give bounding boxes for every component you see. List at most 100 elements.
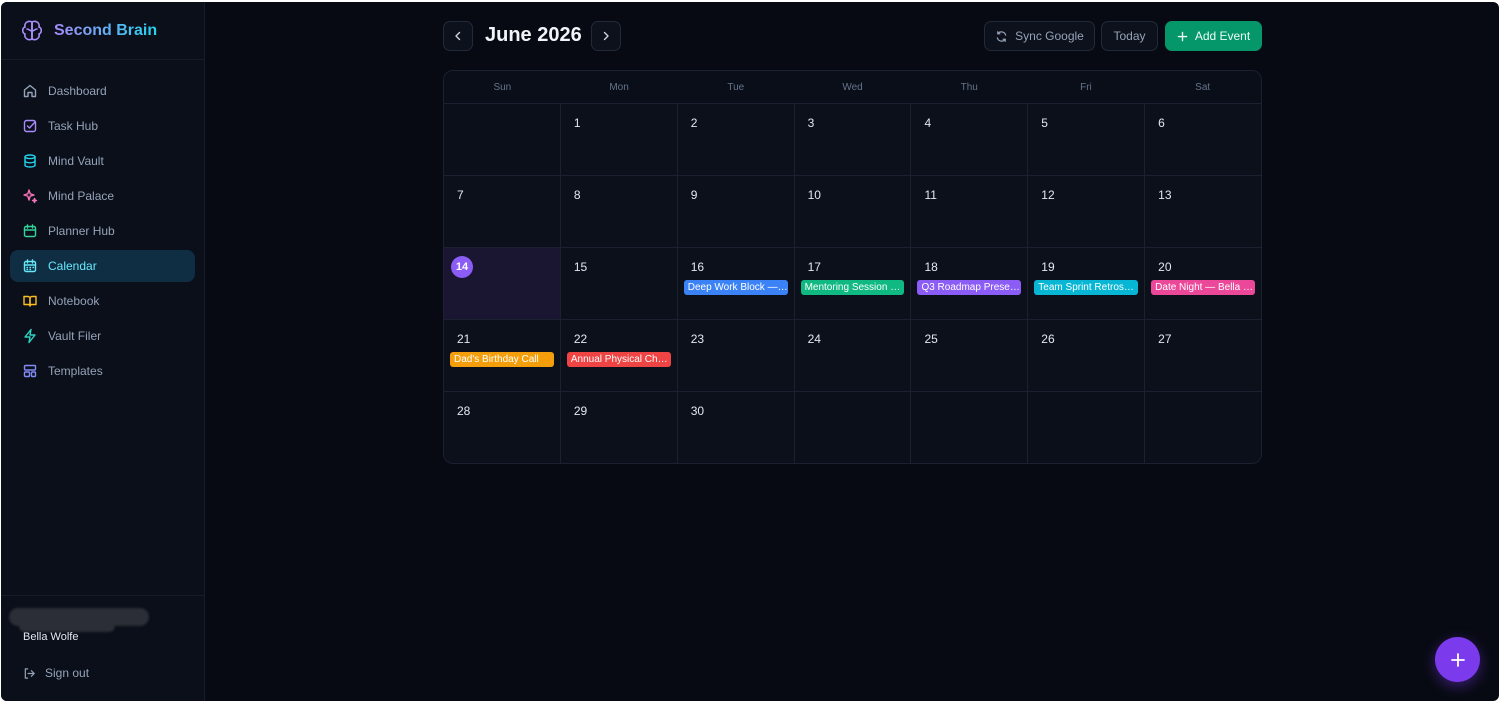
event-chip[interactable]: Team Sprint Retrospective: [1034, 280, 1139, 295]
day-cell-20[interactable]: 20 Date Night — Bella & Partner: [1145, 248, 1261, 319]
day-cell-25[interactable]: 25: [911, 320, 1029, 391]
logout-icon: [23, 667, 36, 680]
event-chip[interactable]: Annual Physical Checkup: [566, 352, 671, 367]
main-content: June 2026 Sync Google Today Add Event Su…: [205, 2, 1499, 701]
calendar-week: 14 15 16 Deep Work Block — Architecture 17 Me…: [444, 248, 1261, 320]
sync-google-label: Sync Google: [1015, 29, 1084, 43]
day-cell-11[interactable]: 11: [911, 176, 1029, 247]
sidebar-item-dashboard[interactable]: Dashboard: [10, 75, 195, 107]
day-number: 2: [690, 116, 698, 130]
day-cell-15[interactable]: 15: [560, 248, 678, 319]
day-number: 10: [807, 188, 821, 202]
sidebar-item-mind-palace[interactable]: Mind Palace: [10, 180, 195, 212]
quick-add-fab[interactable]: [1435, 637, 1480, 682]
weekday-fri: Fri: [1080, 81, 1092, 93]
day-cell-9[interactable]: 9: [677, 176, 795, 247]
day-number: 25: [924, 332, 938, 346]
day-cell-28[interactable]: 28: [444, 392, 561, 463]
day-cell-1[interactable]: 1: [560, 104, 678, 175]
day-cell-16[interactable]: 16 Deep Work Block — Architecture: [677, 248, 795, 319]
day-cell-30[interactable]: 30: [677, 392, 795, 463]
day-cell-29[interactable]: 29: [560, 392, 678, 463]
calendar-week: 7 8 9 10 11 12 13: [444, 176, 1261, 248]
day-cell-4[interactable]: 4: [911, 104, 1029, 175]
sidebar: Second Brain Dashboard Task Hub Mind Vault…: [1, 2, 205, 701]
weekday-thu: Thu: [960, 81, 978, 93]
day-cell-8[interactable]: 8: [560, 176, 678, 247]
refresh-icon: [995, 30, 1008, 43]
day-number: 26: [1041, 332, 1055, 346]
add-event-button[interactable]: Add Event: [1165, 21, 1262, 51]
next-month-button[interactable]: [591, 21, 621, 51]
sidebar-item-vault-filer[interactable]: Vault Filer: [10, 320, 195, 352]
chevron-right-icon: [600, 30, 612, 42]
day-cell-14[interactable]: 14: [444, 248, 561, 319]
sidebar-item-label: Dashboard: [48, 84, 107, 98]
plus-icon: [1177, 31, 1188, 42]
day-number: 16: [690, 260, 705, 274]
day-cell-19[interactable]: 19 Team Sprint Retrospective: [1028, 248, 1146, 319]
prev-month-button[interactable]: [443, 21, 473, 51]
day-number: 4: [924, 116, 932, 130]
day-cell-27[interactable]: 27: [1145, 320, 1261, 391]
sidebar-item-templates[interactable]: Templates: [10, 355, 195, 387]
day-cell-24[interactable]: 24: [794, 320, 912, 391]
event-chip[interactable]: Q3 Roadmap Presentation: [917, 280, 1022, 295]
weekday-sun: Sun: [493, 81, 512, 93]
calendar-week: 21 Dad's Birthday Call 22 Annual Physical C…: [444, 320, 1261, 392]
sidebar-item-planner-hub[interactable]: Planner Hub: [10, 215, 195, 247]
day-cell-12[interactable]: 12: [1028, 176, 1146, 247]
brand[interactable]: Second Brain: [1, 2, 204, 60]
day-number: 27: [1158, 332, 1172, 346]
day-cell-5[interactable]: 5: [1028, 104, 1146, 175]
sidebar-item-notebook[interactable]: Notebook: [10, 285, 195, 317]
today-button[interactable]: Today: [1101, 21, 1158, 51]
sidebar-item-calendar[interactable]: Calendar: [10, 250, 195, 282]
day-cell-3[interactable]: 3: [794, 104, 912, 175]
event-chip[interactable]: Date Night — Bella & Partner: [1151, 280, 1256, 295]
sign-out-label: Sign out: [45, 666, 90, 680]
event-chip[interactable]: Dad's Birthday Call: [450, 352, 554, 367]
day-cell-21[interactable]: 21 Dad's Birthday Call: [444, 320, 561, 391]
day-cell-26[interactable]: 26: [1028, 320, 1146, 391]
sync-google-button[interactable]: Sync Google: [984, 21, 1095, 51]
day-number: 1: [573, 116, 581, 130]
event-chip[interactable]: Deep Work Block — Architecture: [683, 280, 788, 295]
day-number: 6: [1158, 116, 1165, 130]
weekday-sat: Sat: [1195, 81, 1211, 93]
day-cell-17[interactable]: 17 Mentoring Session — Junior Dev: [794, 248, 912, 319]
weekday-mon: Mon: [609, 81, 629, 93]
day-number: 22: [573, 332, 588, 346]
day-cell-18[interactable]: 18 Q3 Roadmap Presentation: [911, 248, 1029, 319]
day-cell-23[interactable]: 23: [677, 320, 795, 391]
sidebar-item-mind-vault[interactable]: Mind Vault: [10, 145, 195, 177]
day-number: 19: [1041, 260, 1055, 274]
empty-day-cell: [444, 104, 561, 175]
sparkles-icon: [22, 188, 38, 204]
day-number: 12: [1041, 188, 1055, 202]
empty-day-cell: [1145, 392, 1261, 463]
sidebar-item-task-hub[interactable]: Task Hub: [10, 110, 195, 142]
app-window: Second Brain Dashboard Task Hub Mind Vault…: [1, 2, 1499, 701]
user-name: Bella Wolfe: [23, 631, 79, 643]
day-cell-2[interactable]: 2: [677, 104, 795, 175]
day-cell-6[interactable]: 6: [1145, 104, 1261, 175]
event-chip[interactable]: Mentoring Session — Junior Dev: [800, 280, 905, 295]
sidebar-item-label: Templates: [48, 364, 103, 378]
sign-out-button[interactable]: Sign out: [23, 666, 89, 680]
day-number: 8: [573, 188, 581, 202]
day-number: 21: [457, 332, 471, 346]
day-cell-10[interactable]: 10: [794, 176, 912, 247]
calendar-icon: [22, 258, 38, 274]
day-number: 5: [1041, 116, 1048, 130]
day-number: 17: [807, 260, 821, 274]
day-cell-22[interactable]: 22 Annual Physical Checkup: [560, 320, 678, 391]
calendar-week: 1 2 3 4 5 6: [444, 104, 1261, 176]
day-number: 9: [690, 188, 698, 202]
app-name: Second Brain: [54, 21, 158, 39]
day-cell-7[interactable]: 7: [444, 176, 561, 247]
day-cell-13[interactable]: 13: [1145, 176, 1261, 247]
sidebar-nav: Dashboard Task Hub Mind Vault Mind Palace Pl…: [1, 60, 204, 390]
day-number: 28: [457, 404, 471, 418]
empty-day-cell: [794, 392, 912, 463]
